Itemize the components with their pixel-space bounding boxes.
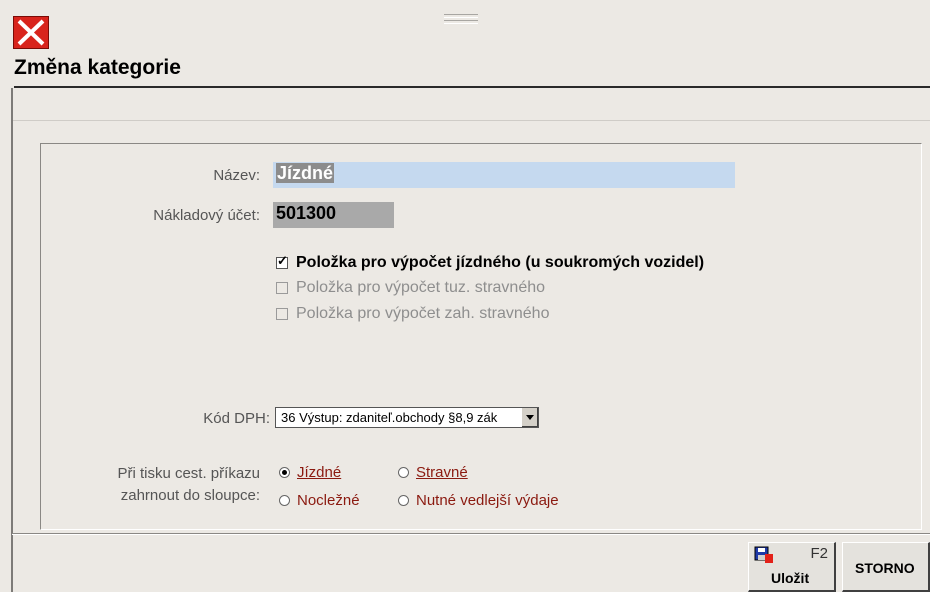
checkbox-tuz-stravne: Položka pro výpočet tuz. stravného	[276, 279, 545, 297]
checkbox-jizdne-calc[interactable]: Položka pro výpočet jízdného (u soukromý…	[276, 253, 705, 272]
checkbox-checked-icon	[276, 253, 288, 269]
radio-unselected-icon	[398, 495, 409, 506]
cancel-label: STORNO	[855, 560, 915, 576]
radio-selected-icon	[279, 467, 290, 478]
save-shortcut: F2	[810, 545, 828, 562]
radio-noclezne[interactable]: Nocležné	[279, 492, 360, 509]
checkbox-label: Položka pro výpočet tuz. stravného	[296, 279, 546, 296]
close-button[interactable]	[13, 16, 49, 49]
chevron-down-icon[interactable]	[521, 408, 538, 427]
cancel-button[interactable]: STORNO	[842, 542, 930, 592]
vat-code-value: 36 Výstup: zdaniteľ.obchody §8,9 zák	[281, 410, 498, 425]
save-disk-icon	[754, 546, 773, 563]
bottom-divider-highlight	[12, 534, 930, 535]
radio-label: Nutné vedlejší výdaje	[416, 492, 559, 509]
radio-label: Stravné	[416, 464, 468, 481]
name-field[interactable]: Jízdné	[273, 162, 735, 188]
frame-line	[11, 120, 930, 121]
radio-jizdne[interactable]: Jízdné	[279, 464, 341, 481]
save-button[interactable]: F2 Uložit	[748, 542, 836, 592]
close-x-icon	[17, 19, 45, 46]
dialog-title: Změna kategorie	[14, 56, 181, 79]
vat-code-label: Kód DPH:	[203, 410, 270, 427]
drag-grip-icon[interactable]	[444, 14, 478, 24]
radio-nutne-vydaje[interactable]: Nutné vedlejší výdaje	[398, 492, 559, 509]
name-field-value: Jízdné	[276, 163, 335, 183]
account-label: Nákladový účet:	[153, 207, 260, 224]
vat-code-select[interactable]: 36 Výstup: zdaniteľ.obchody §8,9 zák	[275, 407, 539, 428]
print-label-line2: zahrnout do sloupce:	[120, 487, 260, 504]
radio-label: Jízdné	[297, 464, 342, 481]
frame-left-border	[11, 88, 13, 592]
checkbox-label: Položka pro výpočet jízdného (u soukromý…	[296, 254, 705, 271]
print-column-label: Při tisku cest. příkazu zahrnout do slou…	[40, 463, 260, 507]
checkbox-disabled-icon	[276, 282, 288, 294]
checkbox-label: Položka pro výpočet zah. stravného	[296, 305, 550, 322]
radio-unselected-icon	[398, 467, 409, 478]
radio-label: Nocležné	[297, 492, 360, 509]
print-label-line1: Při tisku cest. příkazu	[117, 465, 260, 482]
save-label: Uložit	[771, 570, 810, 586]
title-divider	[14, 86, 930, 88]
account-field[interactable]: 501300	[273, 202, 394, 228]
radio-unselected-icon	[279, 495, 290, 506]
name-label: Název:	[213, 167, 260, 184]
checkbox-disabled-icon	[276, 308, 288, 320]
radio-stravne[interactable]: Stravné	[398, 464, 468, 481]
checkbox-zah-stravne: Položka pro výpočet zah. stravného	[276, 305, 549, 323]
